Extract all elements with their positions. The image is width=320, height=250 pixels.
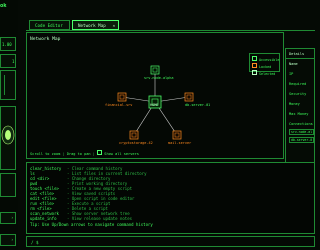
tab-bar: Code Editor Network Map ✕ xyxy=(26,19,315,31)
legend-item: Accessible xyxy=(252,56,279,63)
legend-label: Locked xyxy=(259,65,272,69)
node-label: cryptostorage-42 xyxy=(119,141,153,145)
terminal-output: clear_history - Clear command history ls -… xyxy=(26,162,315,234)
legend-label: Selected xyxy=(259,72,276,76)
app-logo: ok xyxy=(0,3,7,9)
terminal-input[interactable]: / $ xyxy=(26,236,315,247)
connection-link[interactable]: db-server-0 xyxy=(289,137,315,143)
avatar-icon xyxy=(1,125,15,145)
tab-code-editor[interactable]: Code Editor xyxy=(29,20,70,30)
tab-label: Network Map xyxy=(78,23,106,28)
server-node xyxy=(117,92,127,102)
show-all-checkbox[interactable] xyxy=(97,150,103,155)
server-node xyxy=(184,92,194,102)
node-label: mail-server xyxy=(168,141,192,145)
divider xyxy=(4,75,12,95)
detail-row: Money xyxy=(289,102,300,106)
details-panel: Details Name IP Required Security Money … xyxy=(285,48,315,163)
left-stat-box-2: 1 xyxy=(0,54,16,68)
network-map-panel: Network Map HOME srv-node-alpha financia… xyxy=(26,32,284,159)
zoom-hint: Scroll to zoom xyxy=(30,152,61,156)
detail-row: Required xyxy=(289,82,307,86)
chevron-right-icon: › xyxy=(11,215,14,220)
tab-label: Code Editor xyxy=(35,23,63,28)
left-stat-value-2: 1 xyxy=(12,59,15,64)
node-label: financial-srv xyxy=(105,103,133,107)
prompt: / $ xyxy=(31,240,39,245)
detail-row: IP xyxy=(289,72,294,76)
detail-row: Connections xyxy=(289,122,313,126)
network-graph[interactable] xyxy=(27,33,283,158)
node-label: db-server-01 xyxy=(185,103,211,107)
details-title: Details xyxy=(289,52,305,56)
node-label: srv-node-alpha xyxy=(144,76,174,80)
avatar-box xyxy=(0,106,16,170)
show-all-label: Show all servers xyxy=(104,152,139,156)
server-node xyxy=(129,130,139,140)
divider xyxy=(286,58,314,59)
command-desc: - View release update notes xyxy=(67,216,133,221)
pan-hint: Drag to pan xyxy=(66,152,91,156)
close-icon[interactable]: ✕ xyxy=(113,21,115,30)
left-sidebar: ok 1.00 1 › › xyxy=(0,0,18,250)
command-name: clear_history xyxy=(30,166,62,171)
command-name: update_info xyxy=(30,216,57,221)
legend-item: Locked xyxy=(252,63,279,70)
detail-row: Security xyxy=(289,92,307,96)
help-row: update_info - View release update notes xyxy=(30,217,132,221)
detail-row: Max Money xyxy=(289,112,309,116)
server-node xyxy=(172,130,182,140)
detail-row: Name xyxy=(289,62,298,66)
node-label-home: HOME xyxy=(150,103,159,107)
left-expand-button[interactable]: › xyxy=(0,212,16,224)
left-expand-button-2[interactable]: › xyxy=(0,234,16,246)
terminal-tip: Tip: Use Up/Down arrows to navigate comm… xyxy=(30,222,153,227)
left-lower-box xyxy=(0,173,16,197)
tab-network-map[interactable]: Network Map ✕ xyxy=(72,20,119,30)
left-stat-value: 1.00 xyxy=(2,42,12,47)
legend-item: Selected xyxy=(252,70,279,77)
server-node xyxy=(150,65,160,75)
left-stat-box: 1.00 xyxy=(0,37,16,51)
map-controls: Scroll to zoom | Drag to pan | Show all … xyxy=(30,150,139,156)
map-legend: Accessible Locked Selected xyxy=(249,53,280,76)
chevron-right-icon: › xyxy=(11,237,14,242)
legend-label: Accessible xyxy=(259,58,280,62)
connection-link[interactable]: srv-node-al xyxy=(289,129,315,135)
